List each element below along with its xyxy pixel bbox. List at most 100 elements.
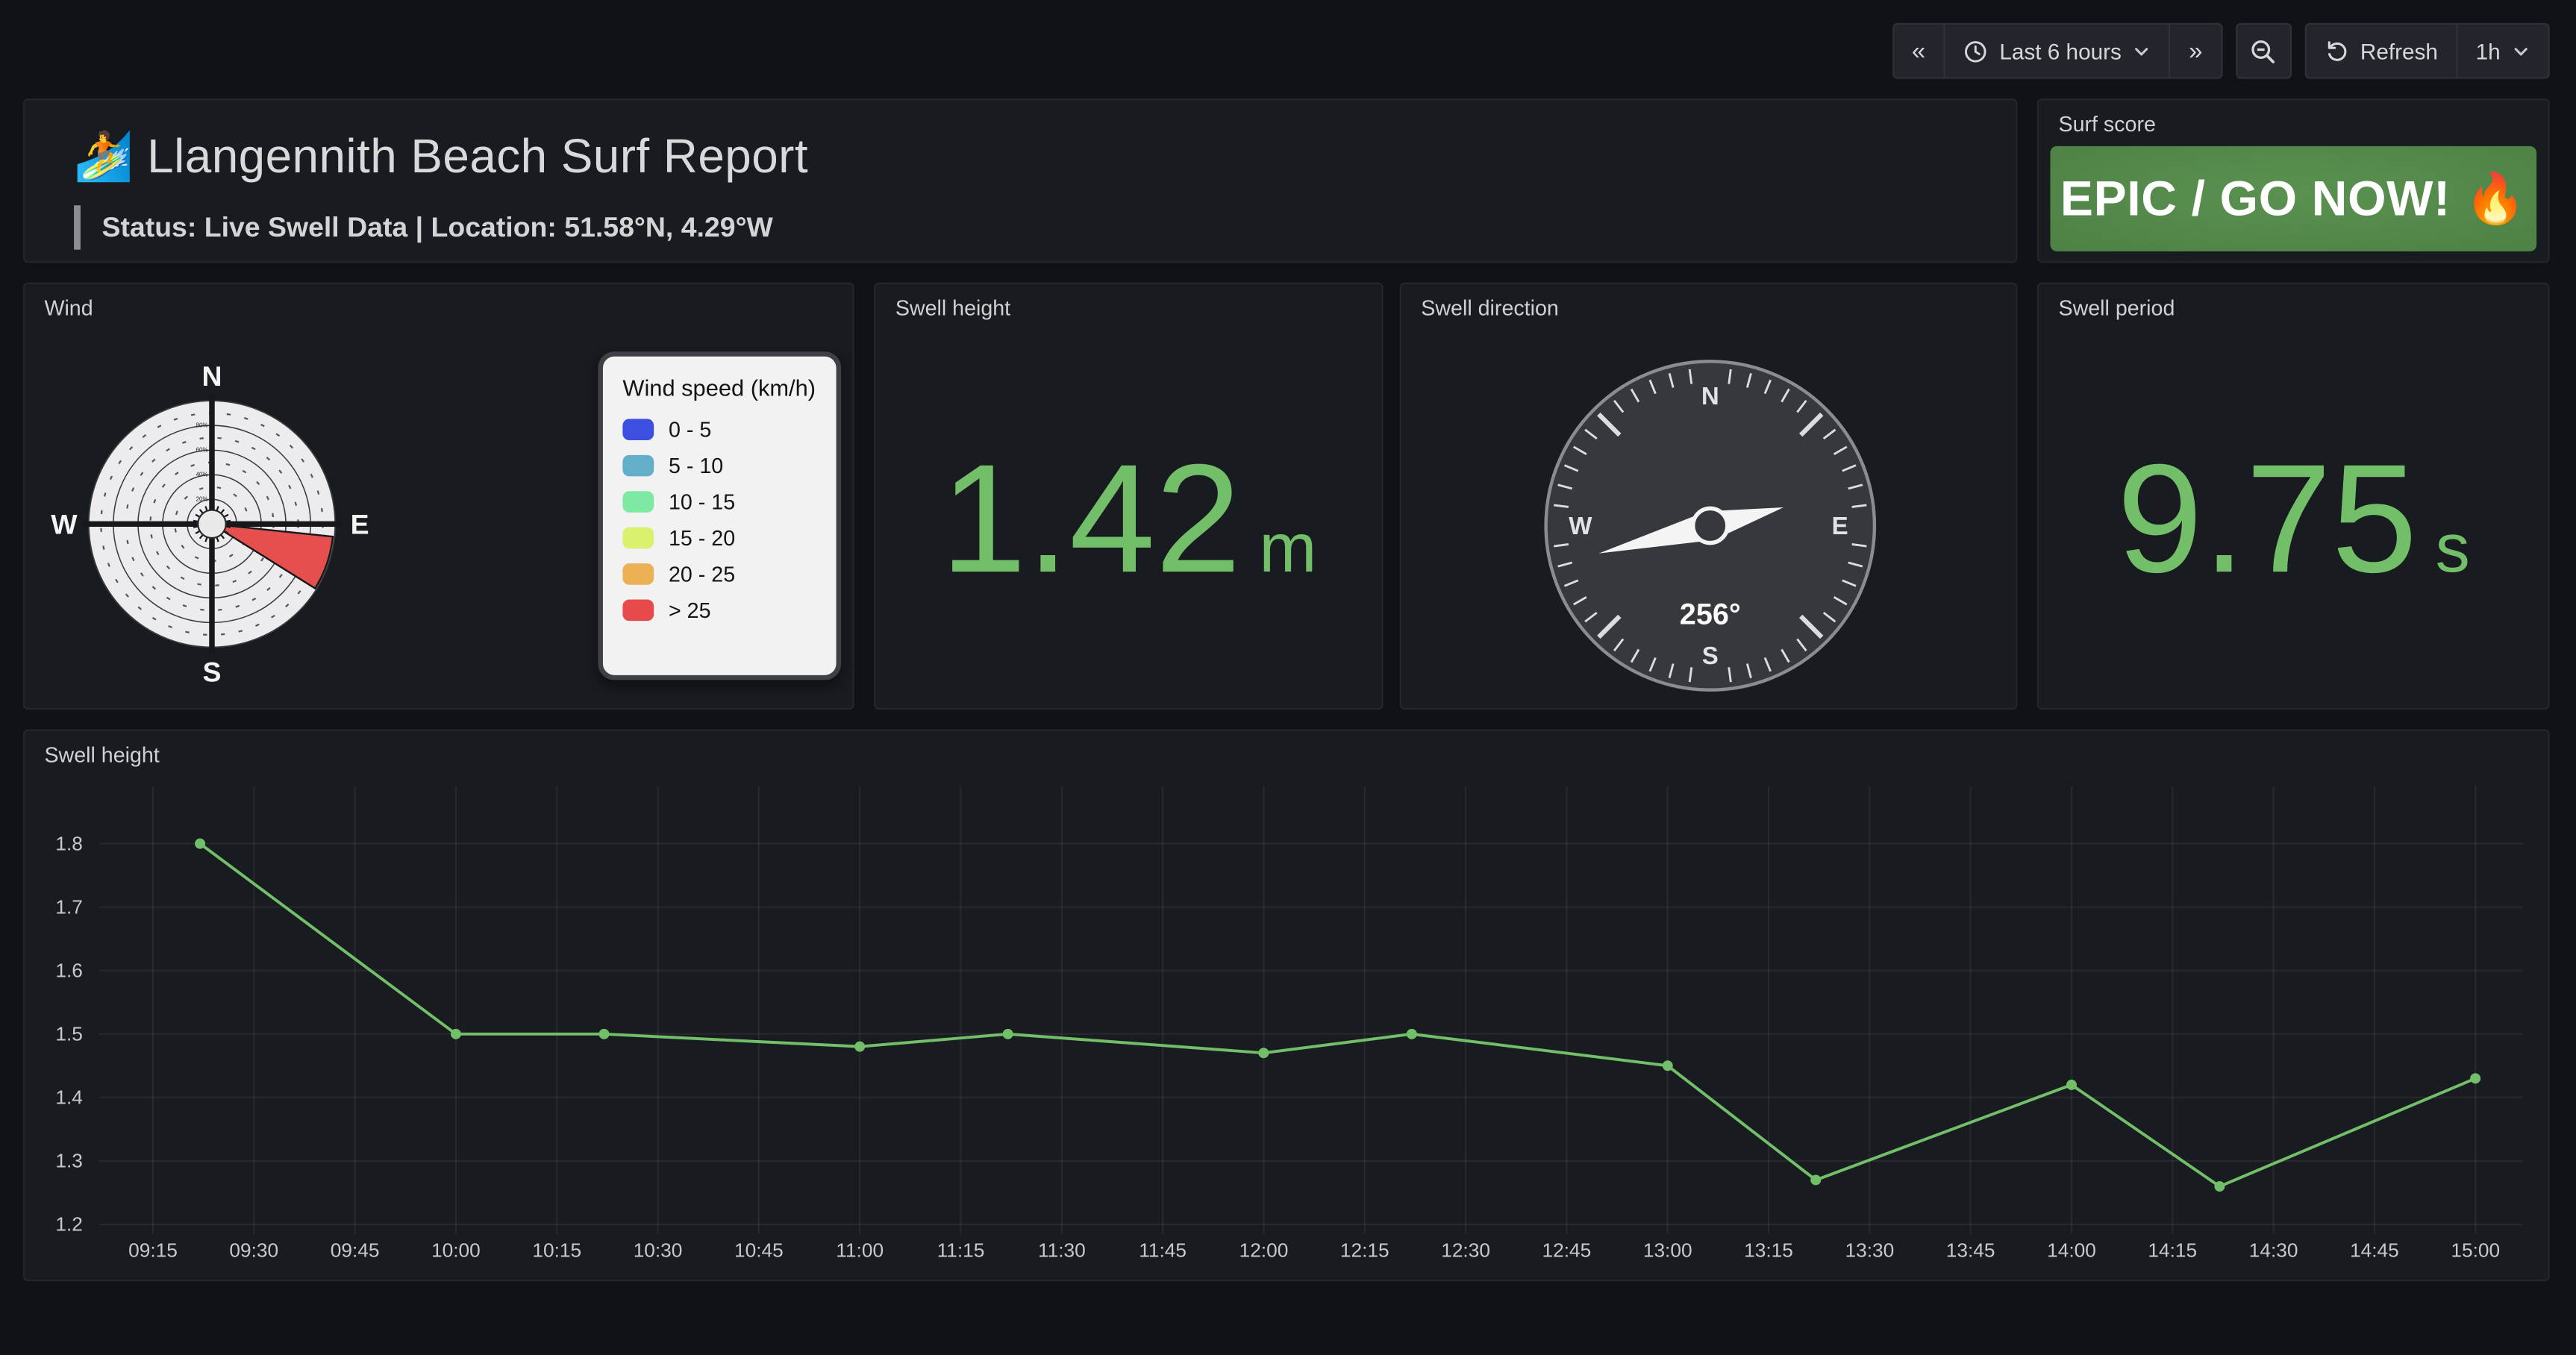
- grafana-dashboard: « Last 6 hours »: [0, 0, 2576, 1355]
- x-axis-tick-label: 13:30: [1845, 1239, 1894, 1261]
- y-axis-tick-label: 1.8: [55, 832, 83, 854]
- panel-wind: Wind 20%40%60%80%NESW Wind speed (km/h) …: [23, 283, 854, 710]
- refresh-controls-group: Refresh 1h: [2304, 23, 2550, 79]
- time-shift-forward-button[interactable]: »: [2171, 25, 2221, 77]
- y-axis-tick-label: 1.4: [55, 1086, 83, 1109]
- time-shift-back-button[interactable]: «: [1894, 25, 1945, 77]
- x-axis-tick-label: 12:15: [1340, 1239, 1389, 1261]
- swell-period-value: 9.75: [2117, 442, 2418, 596]
- chevron-down-icon: [2512, 42, 2530, 60]
- x-axis-tick-label: 12:45: [1542, 1239, 1592, 1261]
- x-axis-tick-label: 10:30: [634, 1239, 683, 1261]
- rose-cardinal-label: N: [201, 360, 222, 392]
- data-point: [195, 839, 205, 849]
- y-axis-tick-label: 1.6: [55, 959, 83, 981]
- rose-ring-label: 40%: [196, 471, 208, 478]
- x-axis-tick-label: 14:45: [2350, 1239, 2399, 1261]
- compass-cardinal-label: E: [1832, 512, 1848, 539]
- legend-item: 20 - 25: [622, 555, 816, 591]
- legend-item-label: > 25: [669, 597, 711, 622]
- zoom-out-button[interactable]: [2236, 23, 2292, 79]
- rose-ring-label: 60%: [196, 446, 208, 453]
- data-point: [1810, 1174, 1821, 1185]
- legend-item: 10 - 15: [622, 483, 816, 519]
- legend-item: 5 - 10: [622, 447, 816, 483]
- swell-height-stat: 1.42 m: [875, 331, 1381, 708]
- y-axis-tick-label: 1.3: [55, 1150, 83, 1172]
- dashboard-title: 🏄 Llangennith Beach Surf Report: [74, 130, 808, 186]
- clock-icon: [1963, 39, 1988, 63]
- panel-header: 🏄 Llangennith Beach Surf Report Status: …: [23, 98, 2018, 263]
- x-axis-tick-label: 10:45: [734, 1239, 784, 1261]
- wind-legend-items: 0 - 5 5 - 10 10 - 15 15 - 20 20 - 25 > 25: [622, 410, 816, 628]
- swell-height-chart[interactable]: 1.21.31.41.51.61.71.809:1509:3009:4510:0…: [25, 731, 2548, 1280]
- panel-surf-score: Surf score EPIC / GO NOW! 🔥: [2037, 98, 2550, 263]
- x-axis-tick-label: 14:00: [2047, 1239, 2096, 1261]
- legend-item-label: 5 - 10: [669, 453, 723, 478]
- swell-period-unit: s: [2436, 514, 2470, 583]
- wind-legend: Wind speed (km/h) 0 - 55 - 1010 - 1515 -…: [598, 351, 841, 680]
- double-chevron-left-icon: «: [1912, 39, 1925, 63]
- x-axis-tick-label: 11:00: [836, 1239, 884, 1261]
- chevron-down-icon: [2133, 42, 2151, 60]
- compass: NESW256°: [1530, 345, 1891, 706]
- x-axis-tick-label: 12:00: [1239, 1239, 1289, 1261]
- data-point: [598, 1029, 609, 1039]
- rose-cardinal-label: W: [51, 508, 78, 539]
- legend-item: > 25: [622, 592, 816, 628]
- x-axis-tick-label: 11:15: [937, 1239, 985, 1261]
- x-axis-tick-label: 10:15: [532, 1239, 581, 1261]
- compass-cardinal-label: S: [1702, 642, 1719, 669]
- rose-ring-label: 20%: [196, 495, 208, 502]
- rose-cardinal-label: E: [351, 508, 369, 539]
- panel-swell-direction: Swell direction NESW256°: [1400, 283, 2018, 710]
- swell-height-unit: m: [1259, 514, 1316, 583]
- rose-cardinal-label: S: [203, 656, 222, 687]
- panel-title-swell-height[interactable]: Swell height: [875, 284, 1030, 331]
- data-point: [1663, 1060, 1673, 1071]
- data-point: [1003, 1029, 1013, 1039]
- refresh-label: Refresh: [2360, 39, 2438, 63]
- double-chevron-right-icon: »: [2189, 39, 2202, 63]
- panel-title-wind[interactable]: Wind: [25, 284, 113, 331]
- y-axis-tick-label: 1.7: [55, 895, 83, 918]
- data-point: [2214, 1181, 2225, 1192]
- swell-period-stat: 9.75 s: [2039, 331, 2548, 708]
- y-axis-tick-label: 1.2: [55, 1213, 83, 1236]
- y-axis-tick-label: 1.5: [55, 1023, 83, 1045]
- swell-height-value: 1.42: [940, 442, 1241, 596]
- legend-item: 15 - 20: [622, 519, 816, 555]
- compass-cardinal-label: W: [1569, 512, 1592, 539]
- x-axis-tick-label: 13:15: [1744, 1239, 1793, 1261]
- dashboard-toolbar: « Last 6 hours »: [1892, 23, 2549, 79]
- refresh-interval-value: 1h: [2476, 39, 2501, 63]
- panel-title-surf-score[interactable]: Surf score: [2039, 100, 2175, 146]
- x-axis-tick-label: 14:15: [2148, 1239, 2197, 1261]
- x-axis-tick-label: 11:45: [1139, 1239, 1187, 1261]
- wind-rose: 20% 40% 60% 80% N E S W: [31, 343, 393, 704]
- x-axis-tick-label: 14:30: [2249, 1239, 2298, 1261]
- panel-swell-height-chart: Swell height 1.21.31.41.51.61.71.809:150…: [23, 729, 2550, 1281]
- x-axis-tick-label: 13:00: [1643, 1239, 1692, 1261]
- panel-swell-period-stat: Swell period 9.75 s: [2037, 283, 2550, 710]
- panel-title-swell-period[interactable]: Swell period: [2039, 284, 2195, 331]
- legend-item: 0 - 5: [622, 410, 816, 446]
- legend-item-label: 0 - 5: [669, 416, 711, 441]
- time-range-picker[interactable]: Last 6 hours: [1945, 25, 2171, 77]
- legend-item-label: 20 - 25: [669, 561, 735, 586]
- x-axis-tick-label: 09:30: [229, 1239, 278, 1261]
- panel-title-swell-direction[interactable]: Swell direction: [1401, 284, 1578, 331]
- legend-item-label: 10 - 15: [669, 489, 735, 513]
- legend-color-chip: [622, 490, 654, 512]
- legend-color-chip: [622, 418, 654, 439]
- x-axis-tick-label: 13:45: [1946, 1239, 1995, 1261]
- refresh-interval-dropdown[interactable]: 1h: [2457, 25, 2548, 77]
- refresh-icon: [2324, 39, 2348, 63]
- rose-ring-label: 80%: [196, 422, 208, 428]
- x-axis-tick-label: 09:15: [128, 1239, 178, 1261]
- x-axis-tick-label: 15:00: [2451, 1239, 2500, 1261]
- zoom-out-icon: [2249, 37, 2277, 65]
- swell-height-series-line: [200, 844, 2475, 1186]
- refresh-button[interactable]: Refresh: [2306, 25, 2457, 77]
- surf-score-badge: EPIC / GO NOW! 🔥: [2050, 146, 2536, 251]
